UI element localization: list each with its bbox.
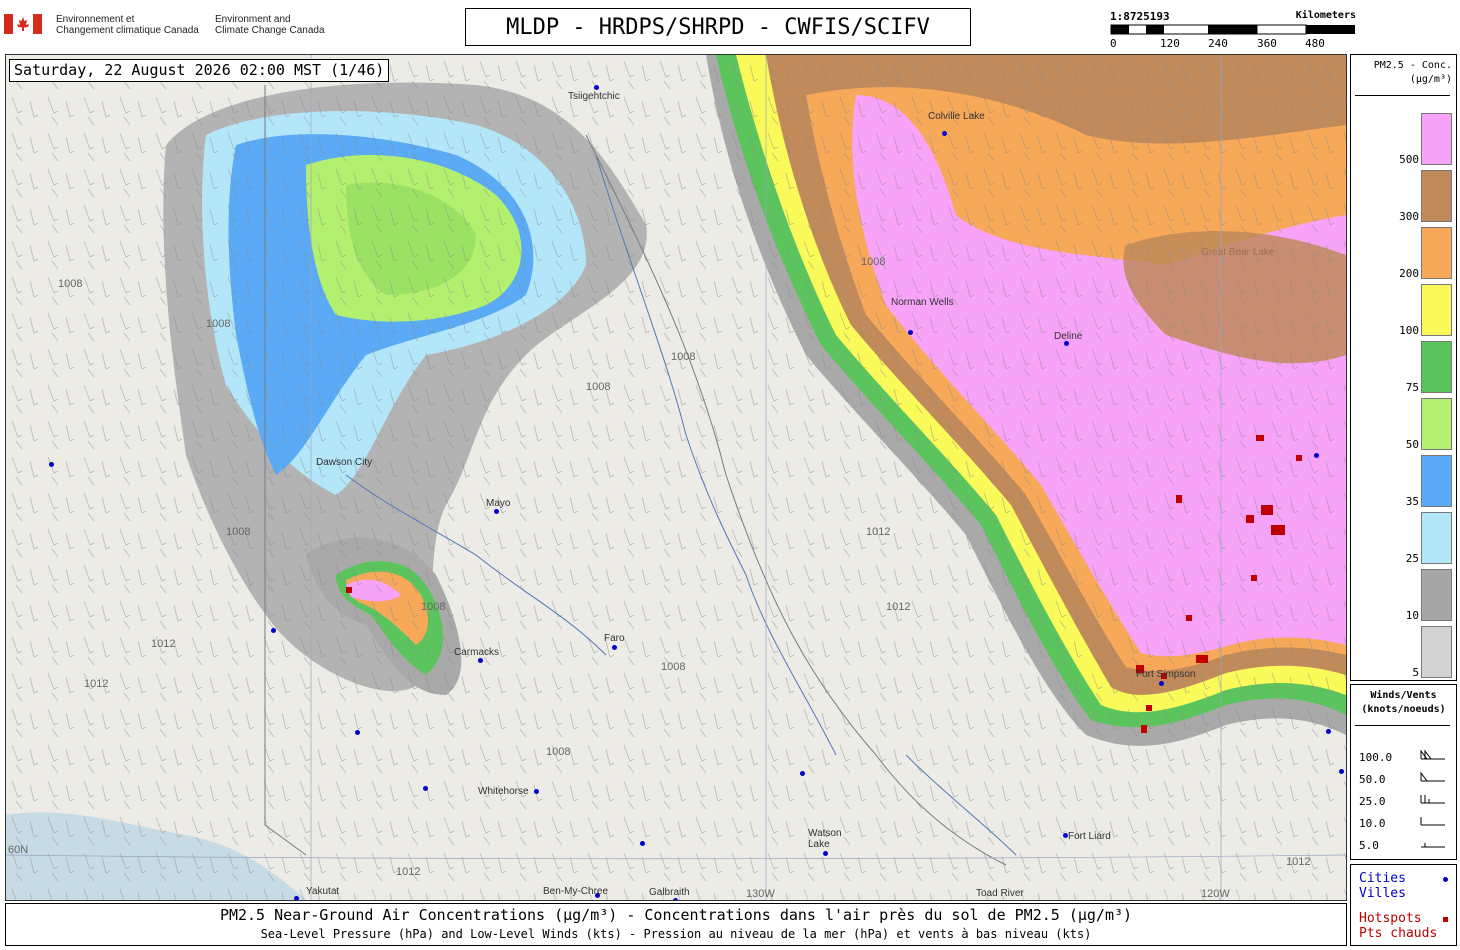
legend-swatch bbox=[1421, 284, 1452, 336]
hotspots-label: Hotspots bbox=[1359, 911, 1422, 926]
city-label: Carmacks bbox=[454, 647, 500, 658]
scale-bar: 1:8725193 Kilometers 0 120 240 360 480 bbox=[1110, 10, 1360, 52]
dept-name-en-line1: Environment and bbox=[215, 14, 291, 25]
city-label: Colville Lake bbox=[928, 111, 985, 122]
legend-units: (µg/m³) bbox=[1409, 74, 1452, 85]
city-label: Mayo bbox=[486, 498, 511, 509]
legend-swatch bbox=[1421, 398, 1452, 450]
legend-level-label: 300 bbox=[1399, 210, 1419, 223]
scale-tick: 480 bbox=[1305, 37, 1325, 50]
cities-hotspots-legend: Cities Villes Hotspots Pts chauds bbox=[1350, 864, 1457, 946]
city-dot-icon bbox=[1443, 877, 1448, 882]
city-label: Deline bbox=[1054, 331, 1083, 342]
city-label: Whitehorse bbox=[478, 786, 529, 797]
legend-level-label: 5 bbox=[1412, 666, 1419, 679]
scale-tick: 240 bbox=[1208, 37, 1228, 50]
page-title: MLDP - HRDPS/SHRPD - CWFIS/SCIFV bbox=[465, 8, 971, 46]
pts-chauds-label: Pts chauds bbox=[1359, 926, 1438, 941]
cities-label: Cities bbox=[1359, 871, 1406, 886]
wind-speed-label: 5.0 bbox=[1359, 839, 1379, 852]
wind-legend-units: (knots/noeuds) bbox=[1361, 704, 1446, 715]
city-label: Faro bbox=[604, 633, 625, 644]
city-label: Galbraith bbox=[649, 887, 690, 898]
legend-title: PM2.5 - Conc. bbox=[1373, 60, 1452, 71]
scale-tick: 120 bbox=[1160, 37, 1180, 50]
city-label: Yakutat bbox=[306, 886, 340, 897]
legend-swatch bbox=[1421, 113, 1452, 165]
legend-level-label: 10 bbox=[1405, 609, 1419, 622]
city-label: Tsiigehtchic bbox=[568, 91, 620, 102]
hotspot-square-icon bbox=[1443, 917, 1448, 922]
scale-tick: 360 bbox=[1257, 37, 1277, 50]
wind-speed-label: 100.0 bbox=[1359, 751, 1393, 764]
legend-swatch bbox=[1421, 512, 1452, 564]
dept-name-fr-line2: Changement climatique Canada bbox=[56, 25, 199, 36]
legend-level-label: 50 bbox=[1405, 438, 1419, 451]
legend-level-label: 500 bbox=[1399, 153, 1419, 166]
wind-barb-icons bbox=[1420, 749, 1445, 848]
city-label: Fort Liard bbox=[1068, 831, 1111, 842]
legend-swatch bbox=[1421, 569, 1452, 621]
caption-line2: Sea-Level Pressure (hPa) and Low-Level W… bbox=[260, 927, 1092, 941]
wind-speed-label: 25.0 bbox=[1359, 795, 1386, 808]
legend-level-label: 100 bbox=[1399, 324, 1419, 337]
scale-ratio: 1:8725193 bbox=[1110, 10, 1170, 23]
caption-line1: PM2.5 Near-Ground Air Concentrations (µg… bbox=[219, 906, 1133, 924]
dept-name-en-line2: Climate Change Canada bbox=[215, 25, 325, 36]
legend-swatch bbox=[1421, 227, 1452, 279]
legend-level-label: 200 bbox=[1399, 267, 1419, 280]
city-label: Watson Lake bbox=[808, 828, 842, 850]
wind-legend-title: Winds/Vents bbox=[1370, 690, 1437, 701]
map-caption: PM2.5 Near-Ground Air Concentrations (µg… bbox=[5, 903, 1347, 946]
legend-swatch bbox=[1421, 341, 1452, 393]
map-canvas[interactable]: 1008 1008 1008 1008 1008 1008 1008 1008 … bbox=[5, 54, 1347, 901]
scale-bar-graphic bbox=[1110, 24, 1355, 35]
scale-tick: 0 bbox=[1110, 37, 1117, 50]
city-markers: Tsiigehtchic Colville Lake Norman Wells … bbox=[6, 55, 1346, 900]
eccc-logo: Environnement et Changement climatique C… bbox=[4, 12, 344, 40]
dept-name-fr-line1: Environnement et bbox=[56, 14, 135, 25]
legend-swatch bbox=[1421, 626, 1452, 678]
legend-level-label: 35 bbox=[1405, 495, 1419, 508]
scale-unit: Kilometers bbox=[1295, 10, 1356, 21]
pm25-legend: PM2.5 - Conc. (µg/m³) 500 300 200 100 75 50 35… bbox=[1350, 54, 1457, 681]
legend-swatch bbox=[1421, 455, 1452, 507]
forecast-timestamp: Saturday, 22 August 2026 02:00 MST (1/46… bbox=[9, 59, 390, 82]
legend-level-label: 75 bbox=[1405, 381, 1419, 394]
canada-flag-icon bbox=[4, 14, 42, 34]
city-label: Norman Wells bbox=[891, 297, 954, 308]
wind-speed-label: 10.0 bbox=[1359, 817, 1386, 830]
wind-speed-label: 50.0 bbox=[1359, 773, 1386, 786]
city-label: Fort Simpson bbox=[1136, 669, 1196, 680]
lake-label: Great Bear Lake bbox=[1201, 247, 1275, 258]
legend-level-label: 25 bbox=[1405, 552, 1419, 565]
wind-legend: Winds/Vents (knots/noeuds) 100.0 50.0 25… bbox=[1350, 684, 1457, 860]
city-label: Toad River bbox=[976, 888, 1024, 899]
city-label: Dawson City bbox=[316, 457, 373, 468]
villes-label: Villes bbox=[1359, 886, 1406, 901]
legend-swatch bbox=[1421, 170, 1452, 222]
